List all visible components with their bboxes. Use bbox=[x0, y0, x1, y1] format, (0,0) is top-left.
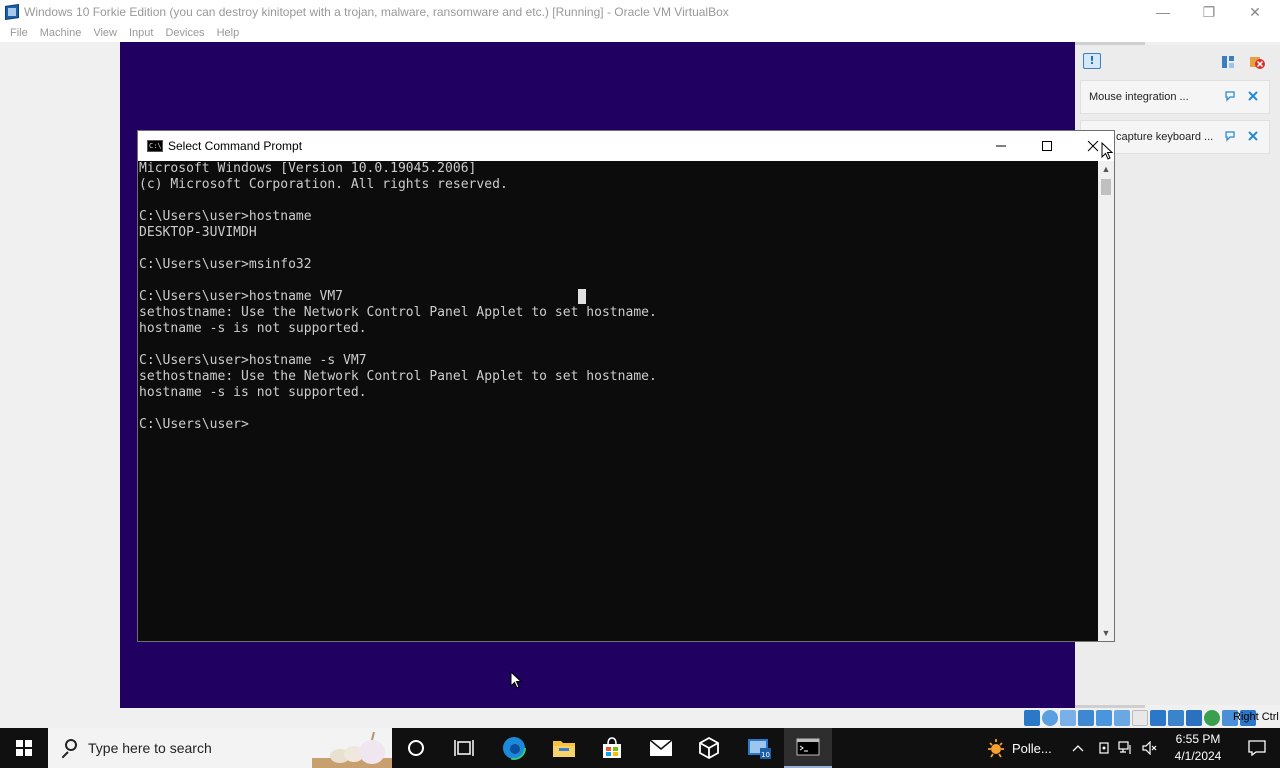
console-line: C:\Users\user>hostname bbox=[139, 209, 312, 224]
guest-additions-icon[interactable] bbox=[1204, 710, 1220, 726]
console-line: DESKTOP-3UVIMDH bbox=[139, 225, 257, 240]
keep-finished-icon[interactable] bbox=[1220, 54, 1236, 70]
command-prompt-window[interactable]: C:\ Select Command Prompt Microsoft Wind… bbox=[137, 130, 1115, 642]
screen: Windows 10 Forkie Edition (you can destr… bbox=[0, 0, 1280, 768]
menu-view[interactable]: View bbox=[87, 27, 123, 39]
network-icon[interactable] bbox=[1078, 710, 1094, 726]
vm-window-taskbar-icon[interactable]: 10 bbox=[735, 728, 783, 768]
maximize-button[interactable]: ❐ bbox=[1186, 0, 1232, 24]
console-line: Microsoft Windows [Version 10.0.19045.20… bbox=[139, 161, 477, 176]
weather-icon[interactable] bbox=[983, 728, 1009, 768]
console-line: C:\Users\user>hostname VM7 bbox=[139, 289, 344, 304]
cmd-maximize-button[interactable] bbox=[1024, 131, 1070, 161]
show-hidden-icons-chevron-icon[interactable] bbox=[1068, 728, 1088, 768]
virtualbox-icon bbox=[4, 4, 20, 20]
taskbar: Type here to search 10 Polle... 6:55 PM … bbox=[0, 728, 1280, 768]
console-line: (c) Microsoft Corporation. All rights re… bbox=[139, 177, 508, 192]
taskbar-search-box[interactable]: Type here to search bbox=[48, 728, 392, 768]
usb-icon[interactable] bbox=[1096, 710, 1112, 726]
notification-text: capture keyboard ... bbox=[1116, 131, 1214, 143]
recording-icon[interactable] bbox=[1150, 710, 1166, 726]
svg-text:10: 10 bbox=[761, 751, 770, 759]
scroll-up-icon[interactable]: ▲ bbox=[1098, 161, 1114, 177]
action-center-icon[interactable] bbox=[1234, 728, 1280, 768]
windows-logo-icon bbox=[16, 740, 32, 756]
mail-icon[interactable] bbox=[637, 728, 685, 768]
scroll-down-icon[interactable]: ▼ bbox=[1098, 625, 1114, 641]
notification-item[interactable]: Mouse integration ... bbox=[1080, 80, 1270, 114]
pin-icon[interactable] bbox=[1223, 130, 1237, 144]
hard-disk-icon[interactable] bbox=[1024, 710, 1040, 726]
cortana-button[interactable] bbox=[392, 728, 440, 768]
display-icon[interactable] bbox=[1132, 710, 1148, 726]
dismiss-icon[interactable] bbox=[1246, 90, 1260, 104]
console-prompt[interactable]: C:\Users\user> bbox=[139, 417, 1098, 433]
console-line: C:\Users\user>hostname -s VM7 bbox=[139, 353, 367, 368]
console-line: sethostname: Use the Network Control Pan… bbox=[139, 305, 657, 320]
search-highlight-garlic-icon bbox=[312, 732, 392, 768]
virtualbox-titlebar[interactable]: Windows 10 Forkie Edition (you can destr… bbox=[0, 0, 1280, 24]
close-button[interactable]: ✕ bbox=[1232, 0, 1278, 24]
vt-x-icon[interactable] bbox=[1186, 710, 1202, 726]
notification-text: Mouse integration ... bbox=[1089, 91, 1189, 103]
clock[interactable]: 6:55 PM 4/1/2024 bbox=[1162, 731, 1234, 765]
cmd-icon: C:\ bbox=[147, 140, 163, 152]
menu-devices[interactable]: Devices bbox=[159, 27, 210, 39]
host-key-label: Right Ctrl bbox=[1233, 711, 1279, 723]
clock-date: 4/1/2024 bbox=[1174, 749, 1222, 763]
dismiss-icon[interactable] bbox=[1246, 130, 1260, 144]
cmd-title: Select Command Prompt bbox=[168, 139, 303, 153]
microsoft-store-icon[interactable] bbox=[588, 728, 636, 768]
minimize-button[interactable]: — bbox=[1140, 0, 1186, 24]
console-line: C:\Users\user>msinfo32 bbox=[139, 257, 312, 272]
virtualbox-status-bar: Right Ctrl bbox=[0, 708, 1280, 728]
weather-text[interactable]: Polle... bbox=[1012, 728, 1058, 768]
menu-file[interactable]: File bbox=[4, 27, 34, 39]
vertical-scrollbar[interactable]: ▲ ▼ bbox=[1098, 161, 1114, 641]
shared-folders-icon[interactable] bbox=[1114, 710, 1130, 726]
edge-app-icon[interactable] bbox=[490, 728, 538, 768]
mouse-pointer-icon bbox=[1101, 142, 1113, 160]
notification-icon[interactable]: ! bbox=[1083, 53, 1101, 69]
notification-toolbar: ! bbox=[1075, 45, 1280, 79]
menu-help[interactable]: Help bbox=[211, 27, 246, 39]
search-icon bbox=[60, 739, 78, 759]
delete-all-icon[interactable] bbox=[1249, 54, 1265, 70]
task-view-button[interactable] bbox=[440, 728, 488, 768]
console-line: sethostname: Use the Network Control Pan… bbox=[139, 369, 657, 384]
file-explorer-icon[interactable] bbox=[540, 728, 588, 768]
optical-drive-icon[interactable] bbox=[1042, 710, 1058, 726]
volume-muted-icon[interactable] bbox=[1140, 728, 1160, 768]
audio-icon[interactable] bbox=[1060, 710, 1076, 726]
text-selection-cursor bbox=[578, 289, 586, 304]
window-title: Windows 10 Forkie Edition (you can destr… bbox=[24, 5, 729, 19]
menu-bar: File Machine View Input Devices Help bbox=[0, 24, 1280, 42]
scroll-thumb[interactable] bbox=[1101, 179, 1111, 195]
console-line: hostname -s is not supported. bbox=[139, 321, 367, 336]
console-output[interactable]: Microsoft Windows [Version 10.0.19045.20… bbox=[138, 161, 1098, 641]
search-placeholder: Type here to search bbox=[88, 740, 212, 756]
menu-machine[interactable]: Machine bbox=[34, 27, 88, 39]
mouse-pointer-icon bbox=[510, 671, 522, 689]
cmd-minimize-button[interactable] bbox=[978, 131, 1024, 161]
virtualization-icon[interactable] bbox=[1168, 710, 1184, 726]
network-status-icon[interactable] bbox=[1116, 728, 1136, 768]
command-prompt-taskbar-icon[interactable] bbox=[784, 728, 832, 768]
start-button[interactable] bbox=[0, 728, 48, 768]
clock-time: 6:55 PM bbox=[1175, 732, 1221, 746]
location-icon[interactable] bbox=[1094, 728, 1114, 768]
pin-icon[interactable] bbox=[1223, 90, 1237, 104]
menu-input[interactable]: Input bbox=[123, 27, 159, 39]
cmd-titlebar[interactable]: C:\ Select Command Prompt bbox=[138, 131, 1114, 161]
console-line: hostname -s is not supported. bbox=[139, 385, 367, 400]
virtualbox-app-icon[interactable] bbox=[685, 728, 733, 768]
